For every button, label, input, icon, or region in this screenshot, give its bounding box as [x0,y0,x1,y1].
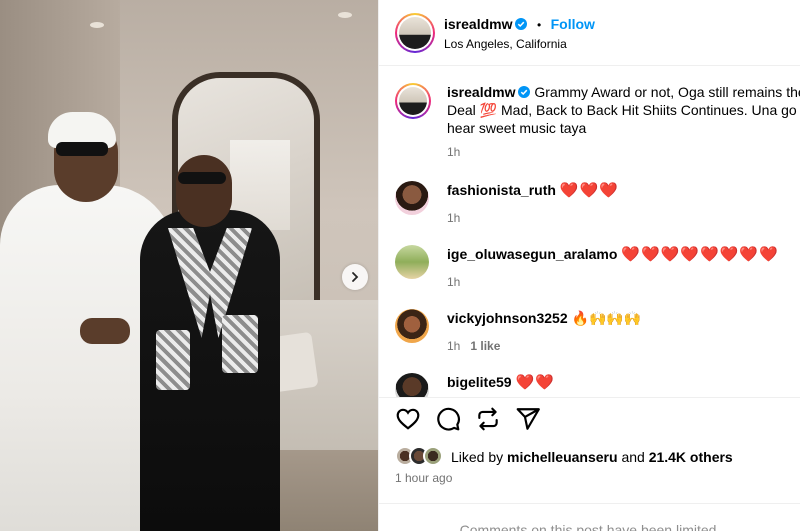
comment-item: fashionista_ruth ❤️❤️❤️ 1h [395,181,800,233]
person-hands [80,318,130,344]
post-side-panel: isrealdmw • Follow Los Angeles, Californ… [378,0,800,531]
tuxedo-cuff [156,330,190,390]
comment-likes-button[interactable]: 1 like [470,339,500,353]
author-row: isrealdmw • Follow [444,16,595,34]
ceiling-light [338,12,352,18]
chevron-right-icon [352,272,359,282]
likes-summary: Liked by michelleuanseru and 21.4K other… [395,446,795,468]
caption-time: 1h [447,145,461,159]
comment-username[interactable]: bigelite59 [447,374,512,390]
comment-meta: 1h [447,211,460,225]
comment-time: 1h [447,275,461,289]
verified-badge-icon [518,86,531,98]
comment-text: ❤️❤️ [515,374,555,391]
heart-outline-icon[interactable] [395,406,421,432]
likes-text: Liked by michelleuanseru and 21.4K other… [451,449,733,465]
sunglasses [178,172,226,184]
commenter-avatar[interactable] [395,245,429,279]
comment-bubble-icon[interactable] [435,406,461,432]
ceiling-light [90,22,104,28]
commenter-avatar[interactable] [395,181,429,215]
caption-text-block: isrealdmw Grammy Award or not, Oga still… [447,83,800,137]
comment-meta: 1h 1 like [447,339,500,353]
person-head [176,155,232,227]
send-paper-plane-icon[interactable] [515,406,541,432]
likes-prefix: Liked by [451,449,504,465]
comment-text: 🔥🙌🙌🙌 [571,310,642,326]
comments-list[interactable]: isrealdmw Grammy Award or not, Oga still… [379,67,800,397]
caption-username[interactable]: isrealdmw [447,84,515,100]
author-avatar[interactable] [395,13,435,53]
caption: isrealdmw Grammy Award or not, Oga still… [395,83,800,163]
post-photo [0,0,378,531]
likes-user[interactable]: michelleuanseru [507,449,618,465]
tuxedo-cuff [222,315,258,373]
comments-limited-notice: Comments on this post have been limited. [379,503,800,531]
comment-username[interactable]: fashionista_ruth [447,182,556,198]
likes-middle: and [621,449,645,465]
follow-button[interactable]: Follow [551,16,595,32]
comment-username[interactable]: vickyjohnson3252 [447,310,568,326]
comment-time: 1h [447,211,461,225]
comment-text-block: bigelite59 ❤️❤️ [447,373,800,392]
post-timestamp[interactable]: 1 hour ago [395,471,452,485]
likes-count[interactable]: 21.4K others [649,449,733,465]
commenter-avatar[interactable] [395,309,429,343]
comment-text-block: vickyjohnson3252 🔥🙌🙌🙌 [447,309,800,327]
post-location[interactable]: Los Angeles, California [444,37,567,51]
author-username[interactable]: isrealdmw [444,16,512,32]
comment-username[interactable]: ige_oluwasegun_aralamo [447,246,617,262]
commenter-avatar[interactable] [395,373,429,397]
comment-text-block: fashionista_ruth ❤️❤️❤️ [447,181,800,200]
sunglasses [56,142,108,156]
repost-icon[interactable] [475,406,501,432]
comment-item: bigelite59 ❤️❤️ [395,373,800,397]
verified-badge-icon [515,18,528,30]
liker-avatar[interactable] [423,446,443,466]
post-actions-bar [379,397,800,439]
author-avatar[interactable] [395,83,431,119]
comment-time: 1h [447,339,461,353]
comment-text: ❤️❤️❤️ [559,182,619,199]
comment-text-block: ige_oluwasegun_aralamo ❤️❤️❤️❤️❤️❤️❤️❤️ [447,245,800,264]
post-header: isrealdmw • Follow Los Angeles, Californ… [379,0,800,66]
separator-dot: • [536,18,542,32]
comment-meta: 1h [447,275,460,289]
comment-text: ❤️❤️❤️❤️❤️❤️❤️❤️ [621,246,779,263]
comment-item: vickyjohnson3252 🔥🙌🙌🙌 1h 1 like [395,309,800,361]
next-photo-button[interactable] [342,264,368,290]
comment-item: ige_oluwasegun_aralamo ❤️❤️❤️❤️❤️❤️❤️❤️ … [395,245,800,297]
